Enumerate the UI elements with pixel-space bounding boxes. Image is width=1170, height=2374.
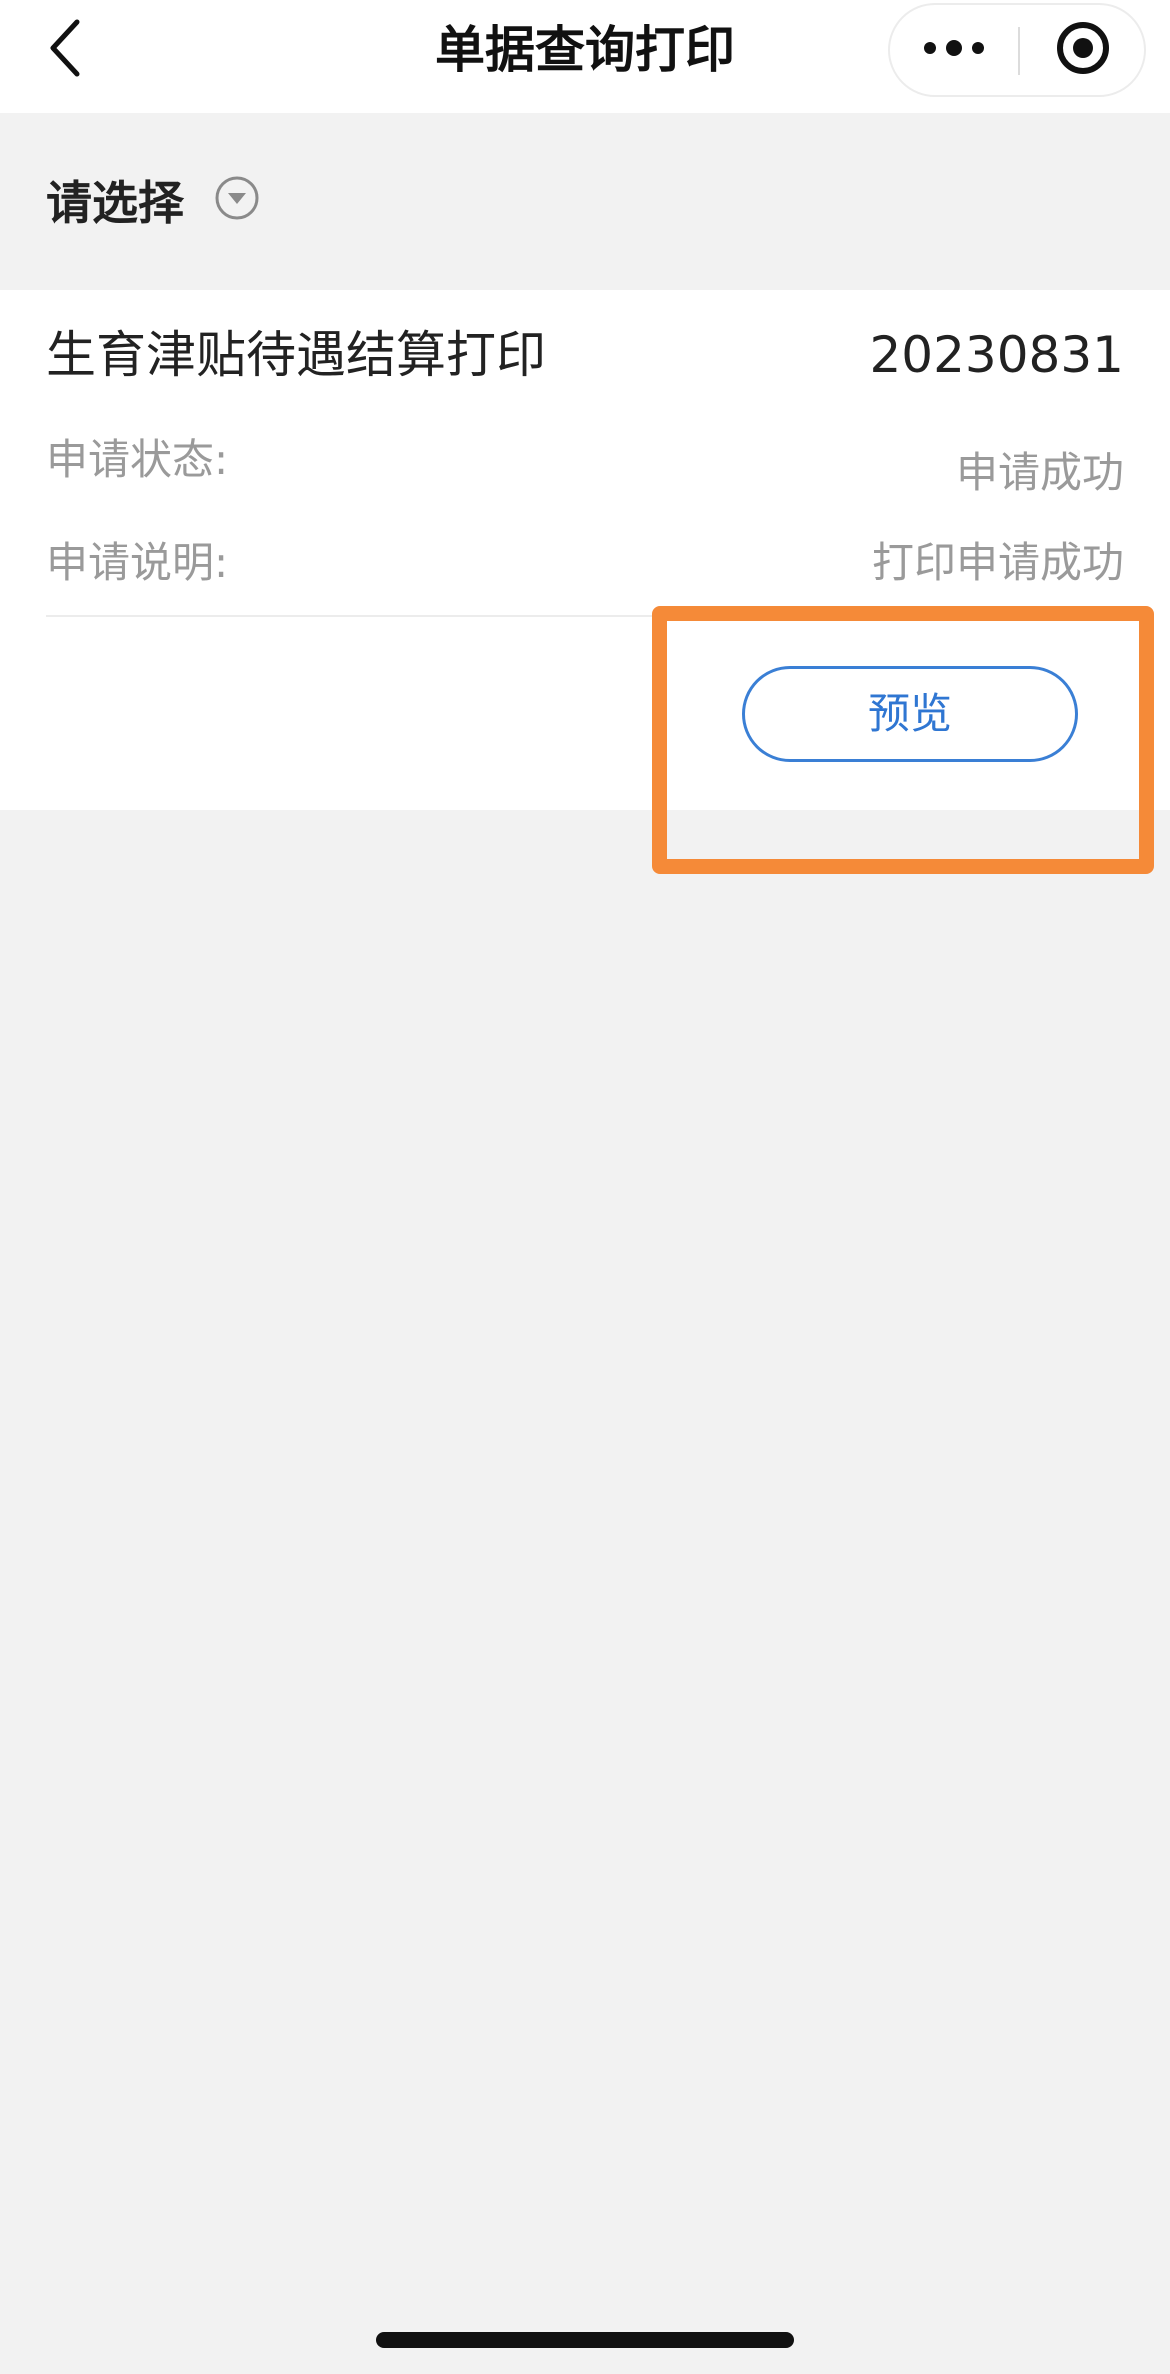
status-label: 申请状态: [46, 435, 229, 484]
preview-button[interactable]: 预览 [742, 666, 1078, 762]
filter-bar: 请选择 [0, 113, 1170, 290]
description-value: 打印申请成功 [871, 538, 1124, 587]
record-title: 生育津贴待遇结算打印 [46, 326, 546, 384]
description-label: 申请说明: [46, 538, 229, 587]
close-mini-program-button[interactable] [1020, 5, 1146, 95]
card-divider [46, 615, 1124, 617]
more-dots-icon [922, 38, 986, 62]
status-value: 申请成功 [955, 448, 1124, 497]
record-card: 生育津贴待遇结算打印 20230831 申请状态: 申请成功 申请说明: 打印申… [0, 290, 1170, 810]
filter-dropdown[interactable]: 请选择 [46, 153, 260, 253]
filter-label: 请选择 [46, 176, 184, 230]
target-circle-icon [1055, 20, 1111, 80]
screen: 单据查询打印 请选择 生育津贴待遇结算打印 20230831 申请状态: 申请成… [0, 0, 1170, 2374]
record-date: 20230831 [869, 326, 1125, 384]
mini-program-capsule [888, 3, 1146, 97]
more-button[interactable] [890, 5, 1018, 95]
home-indicator [376, 2332, 794, 2348]
dropdown-circle-icon [214, 175, 260, 221]
top-navigation-bar: 单据查询打印 [0, 0, 1170, 113]
